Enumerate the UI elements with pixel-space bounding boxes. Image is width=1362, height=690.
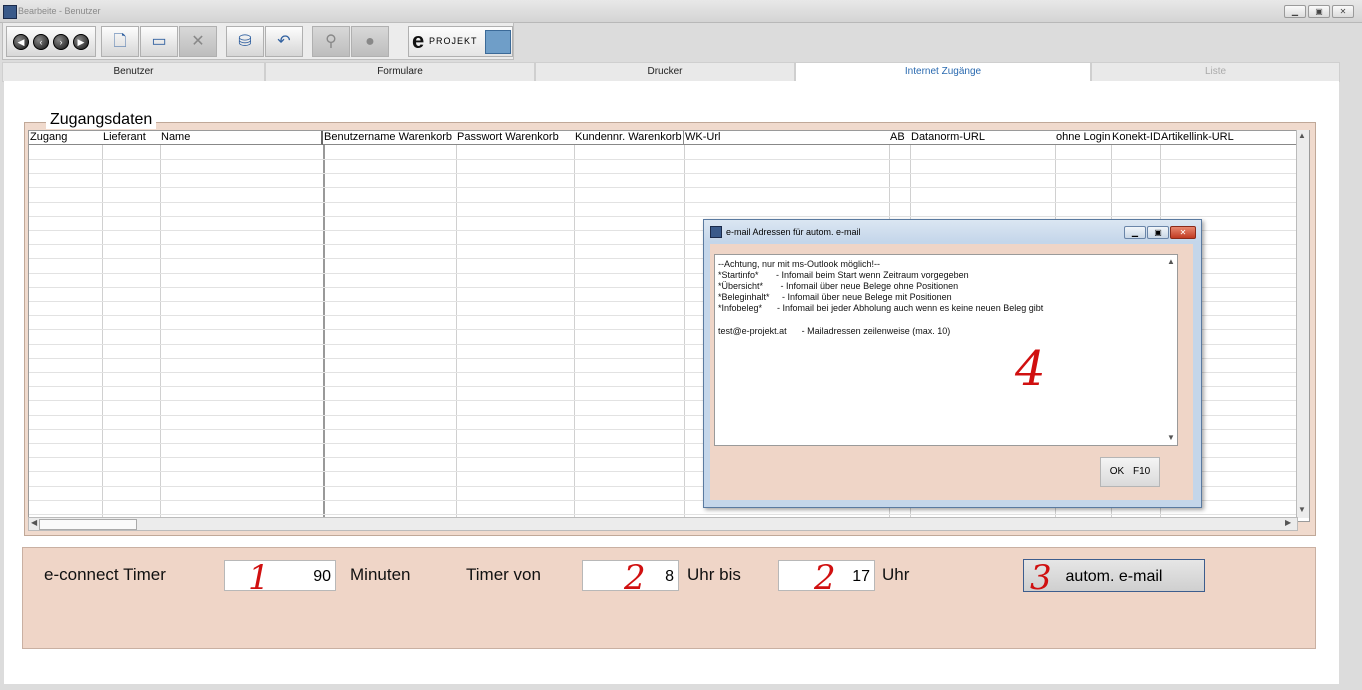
minutes-input[interactable]: 90 <box>224 560 336 591</box>
grid-column-divider <box>323 145 325 518</box>
maximize-button[interactable]: ▣ <box>1308 5 1330 18</box>
text-line: *Übersicht* - Infomail über neue Belege … <box>718 281 959 291</box>
timer-label: e-connect Timer <box>44 565 166 584</box>
scroll-up-icon[interactable]: ▲ <box>1298 131 1306 140</box>
last-record-icon[interactable]: ▶ <box>73 34 89 50</box>
vertical-scrollbar[interactable]: ▲ ▼ <box>1296 130 1309 518</box>
dialog-maximize-button[interactable]: ▣ <box>1147 226 1169 239</box>
grid-column-divider <box>684 145 685 518</box>
timer-from-label: Timer von <box>466 565 541 584</box>
previous-record-icon[interactable]: ‹ <box>33 34 49 50</box>
title-bar: Bearbeite - Benutzer ▁ ▣ ✕ <box>0 0 1362 23</box>
scroll-thumb[interactable] <box>39 519 137 530</box>
close-button[interactable]: ✕ <box>1332 5 1354 18</box>
textarea-scroll-down-icon[interactable]: ▼ <box>1167 433 1175 442</box>
toolbar: ◀ ‹ › ▶ 🗋 ▭ ✕ ⛁ ↶ ⚲ ● e PROJEKT <box>2 22 514 60</box>
text-line: --Achtung, nur mit ms-Outlook möglich!-- <box>718 259 881 269</box>
horizontal-scrollbar[interactable]: ◀ ▶ <box>28 517 1298 531</box>
undo-icon[interactable]: ↶ <box>265 26 303 57</box>
ok-button-label: OK <box>1109 466 1125 477</box>
until-label: Uhr bis <box>687 565 741 584</box>
save-stamp-icon[interactable]: ⛁ <box>226 26 264 57</box>
new-document-icon[interactable]: 🗋 <box>101 26 139 57</box>
grid-row-divider <box>29 159 1297 160</box>
logo-monitor-icon <box>485 30 511 54</box>
text-line: *Infobeleg* - Infomail bei jeder Abholun… <box>718 303 1044 313</box>
navigation-group: ◀ ‹ › ▶ <box>6 26 96 57</box>
hour-end-label: Uhr <box>882 565 910 584</box>
dialog-close-button[interactable]: ✕ <box>1170 226 1196 239</box>
logo-text: PROJEKT <box>429 36 478 46</box>
dialog-title: e-mail Adressen für autom. e-mail <box>726 227 861 237</box>
grid-row-divider <box>29 514 1297 515</box>
grid-column-divider <box>456 145 457 518</box>
annotation-2b: 2 <box>814 558 836 598</box>
text-line: test@e-projekt.at - Mailadressen zeilenw… <box>718 326 951 336</box>
edit-form-icon[interactable]: ▭ <box>140 26 178 57</box>
grid-row-divider <box>29 173 1297 174</box>
ok-shortcut-label: F10 <box>1133 466 1151 477</box>
first-record-icon[interactable]: ◀ <box>13 34 29 50</box>
minutes-unit-label: Minuten <box>350 565 411 584</box>
scroll-right-icon[interactable]: ▶ <box>1285 518 1291 527</box>
tab-drucker[interactable]: Drucker <box>535 62 795 82</box>
email-addresses-dialog: e-mail Adressen für autom. e-mail ▁ ▣ ✕ … <box>703 219 1202 508</box>
tab-bar: Benutzer Formulare Drucker Internet Zugä… <box>0 62 1340 84</box>
dialog-title-bar: e-mail Adressen für autom. e-mail ▁ ▣ ✕ <box>704 220 1201 242</box>
grid-row-divider <box>29 216 1297 217</box>
annotation-4: 4 <box>1015 341 1046 397</box>
tab-benutzer[interactable]: Benutzer <box>2 62 265 82</box>
app-icon <box>3 5 17 19</box>
tab-formulare[interactable]: Formulare <box>265 62 535 82</box>
text-line: *Beleginhalt* - Infomail über neue Beleg… <box>718 292 952 302</box>
ok-button[interactable]: OK F10 <box>1100 457 1160 487</box>
dialog-app-icon <box>710 226 722 238</box>
minimize-button[interactable]: ▁ <box>1284 5 1306 18</box>
next-record-icon[interactable]: › <box>53 34 69 50</box>
annotation-3: 3 <box>1030 558 1052 598</box>
scroll-down-icon[interactable]: ▼ <box>1298 505 1306 514</box>
delete-icon[interactable]: ✕ <box>179 26 217 57</box>
section-title: Zugangsdaten <box>46 111 157 129</box>
search-icon[interactable]: ⚲ <box>312 26 350 57</box>
dialog-minimize-button[interactable]: ▁ <box>1124 226 1146 239</box>
email-addresses-textarea[interactable]: --Achtung, nur mit ms-Outlook möglich!--… <box>714 254 1178 446</box>
textarea-scroll-up-icon[interactable]: ▲ <box>1167 257 1175 266</box>
grid-column-divider <box>160 145 161 518</box>
scroll-left-icon[interactable]: ◀ <box>31 518 37 527</box>
grid-column-divider <box>574 145 575 518</box>
grid-column-divider <box>102 145 103 518</box>
e-projekt-logo[interactable]: e PROJEKT <box>408 26 513 57</box>
grid-row-divider <box>29 187 1297 188</box>
text-line: *Startinfo* - Infomail beim Start wenn Z… <box>718 270 969 280</box>
annotation-1: 1 <box>248 558 270 598</box>
window-title: Bearbeite - Benutzer <box>18 6 101 16</box>
auto-email-button-label: autom. e-mail <box>1065 568 1163 585</box>
annotation-2a: 2 <box>624 558 646 598</box>
logo-e-icon: e <box>412 28 425 53</box>
tab-liste[interactable]: Liste <box>1091 62 1340 82</box>
grid-row-divider <box>29 202 1297 203</box>
apple-icon[interactable]: ● <box>351 26 389 57</box>
